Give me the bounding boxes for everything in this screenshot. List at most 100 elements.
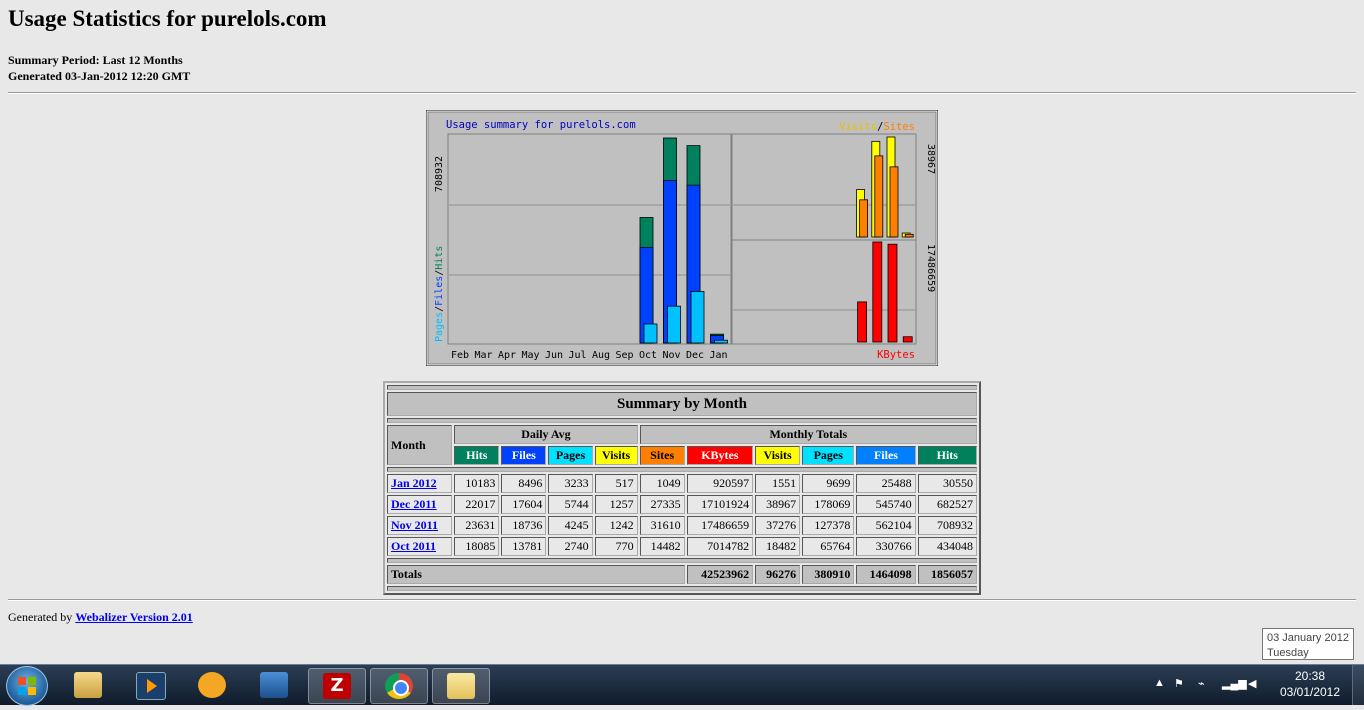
show-hidden-icons-arrow-icon[interactable]: ▲: [1154, 677, 1165, 689]
month-label: Jul: [568, 350, 586, 361]
table-cell: 18085: [454, 537, 500, 556]
table-cell: 10183: [454, 474, 500, 493]
media-player-icon: [136, 672, 166, 700]
pages-bar: [714, 339, 728, 344]
taskbar-explorer[interactable]: [60, 668, 116, 702]
visits-sites-legend: Visits/Sites: [839, 121, 915, 133]
total-cell: 1856057: [917, 565, 977, 584]
month-label: Sep: [615, 350, 633, 361]
table-cell: 708932: [917, 516, 977, 535]
kbytes-bar: [872, 241, 883, 343]
table-cell: 517: [594, 474, 638, 493]
month-cell: Oct 2011: [387, 537, 453, 556]
summary-period: Summary Period: Last 12 Months: [8, 53, 183, 67]
table-cell: 545740: [856, 495, 916, 514]
month-link[interactable]: Jan 2012: [391, 476, 437, 490]
show-desktop-button[interactable]: [1352, 665, 1364, 705]
table-cell: 770: [594, 537, 638, 556]
table-title: Summary by Month: [387, 392, 977, 416]
webalizer-link[interactable]: Webalizer Version 2.01: [75, 610, 192, 624]
taskbar-filezilla[interactable]: Z: [308, 668, 366, 704]
windows-logo-icon: [18, 677, 36, 695]
table-cell: 17604: [501, 495, 547, 514]
tooltip-date: 03 January 2012: [1267, 632, 1349, 644]
sites-bar: [859, 199, 869, 238]
taskbar-chrome[interactable]: [370, 668, 428, 704]
taskbar-media-player[interactable]: [122, 668, 178, 702]
totals-label: Totals: [387, 565, 685, 584]
page-title: Usage Statistics for purelols.com: [8, 6, 327, 31]
usage-summary-chart: Usage summary for purelols.com Visits/Si…: [426, 110, 938, 366]
clock-date: 03/01/2012: [1279, 685, 1341, 699]
daily-col-header: Files: [501, 446, 547, 465]
table-cell: 38967: [755, 495, 801, 514]
kbytes-bar: [902, 336, 913, 343]
month-label: Dec: [686, 350, 704, 361]
table-cell: 3233: [548, 474, 593, 493]
table-cell: 18482: [755, 537, 801, 556]
summary-by-month-table: Summary by Month Month Daily Avg Monthly…: [383, 381, 981, 595]
kbytes-axis-max: 17486659: [925, 244, 936, 292]
month-cell: Nov 2011: [387, 516, 453, 535]
table-cell: 22017: [454, 495, 500, 514]
total-cell: 42523962: [686, 565, 754, 584]
month-label: Oct: [639, 350, 657, 361]
network-icon: [260, 672, 288, 698]
month-label: Feb: [451, 350, 469, 361]
total-cell: 96276: [755, 565, 801, 584]
total-col-header: Files: [856, 446, 916, 465]
kbytes-label: KBytes: [877, 349, 915, 361]
month-link[interactable]: Dec 2011: [391, 497, 437, 511]
kbytes-bar: [887, 243, 898, 343]
month-link[interactable]: Nov 2011: [391, 518, 438, 532]
month-label: Jun: [545, 350, 563, 361]
table-cell: 7014782: [686, 537, 754, 556]
table-cell: 23631: [454, 516, 500, 535]
month-link[interactable]: Oct 2011: [391, 539, 436, 553]
table-cell: 2740: [548, 537, 593, 556]
table-row: Jan 2012 10183 8496 3233 517 1049 920597 1551 96…: [387, 474, 977, 493]
total-col-header: Hits: [917, 446, 977, 465]
power-icon[interactable]: ⌁: [1198, 677, 1205, 690]
taskbar-network[interactable]: [246, 668, 302, 702]
action-center-flag-icon[interactable]: ⚑: [1174, 677, 1184, 690]
folder-icon: [447, 673, 475, 699]
daily-avg-header: Daily Avg: [454, 425, 638, 444]
month-label: Nov: [662, 350, 680, 361]
clock-time: 20:38: [1294, 669, 1326, 683]
taskbar-folder[interactable]: [432, 668, 490, 704]
table-cell: 30550: [917, 474, 977, 493]
left-axis-legend: Pages/Files/Hits: [434, 246, 445, 342]
visits-axis-max: 38967: [925, 144, 936, 174]
table-cell: 1049: [639, 474, 685, 493]
month-cell: Dec 2011: [387, 495, 453, 514]
daily-col-header: Visits: [594, 446, 638, 465]
monthly-totals-header: Monthly Totals: [639, 425, 977, 444]
table-row: Nov 2011 23631 18736 4245 1242 31610 17486659 3…: [387, 516, 977, 535]
footer: Generated by Webalizer Version 2.01: [8, 610, 193, 625]
start-button[interactable]: [6, 666, 48, 706]
signal-icon[interactable]: ▂▄▆: [1222, 677, 1247, 690]
system-clock[interactable]: 20:38 03/01/2012: [1272, 668, 1348, 700]
pages-bar: [690, 291, 705, 344]
volume-icon[interactable]: ◀: [1248, 677, 1256, 690]
chrome-icon: [385, 673, 413, 699]
daily-col-header: Hits: [454, 446, 500, 465]
table-cell: 65764: [802, 537, 855, 556]
table-cell: 25488: [856, 474, 916, 493]
table-cell: 178069: [802, 495, 855, 514]
month-label: Jan: [709, 350, 727, 361]
table-cell: 13781: [501, 537, 547, 556]
month-header: Month: [387, 425, 453, 465]
table-row: Dec 2011 22017 17604 5744 1257 27335 17101924 3…: [387, 495, 977, 514]
table-cell: 682527: [917, 495, 977, 514]
table-cell: 434048: [917, 537, 977, 556]
generated-date: Generated 03-Jan-2012 12:20 GMT: [8, 69, 191, 83]
windows-explorer-icon: [74, 672, 102, 698]
totals-row: Totals 42523962 96276 380910 1464098 1856057: [387, 565, 977, 584]
taskbar-outlook[interactable]: [184, 668, 240, 702]
table-row: Oct 2011 18085 13781 2740 770 14482 7014782 184…: [387, 537, 977, 556]
table-cell: 31610: [639, 516, 685, 535]
table-cell: 920597: [686, 474, 754, 493]
table-cell: 562104: [856, 516, 916, 535]
